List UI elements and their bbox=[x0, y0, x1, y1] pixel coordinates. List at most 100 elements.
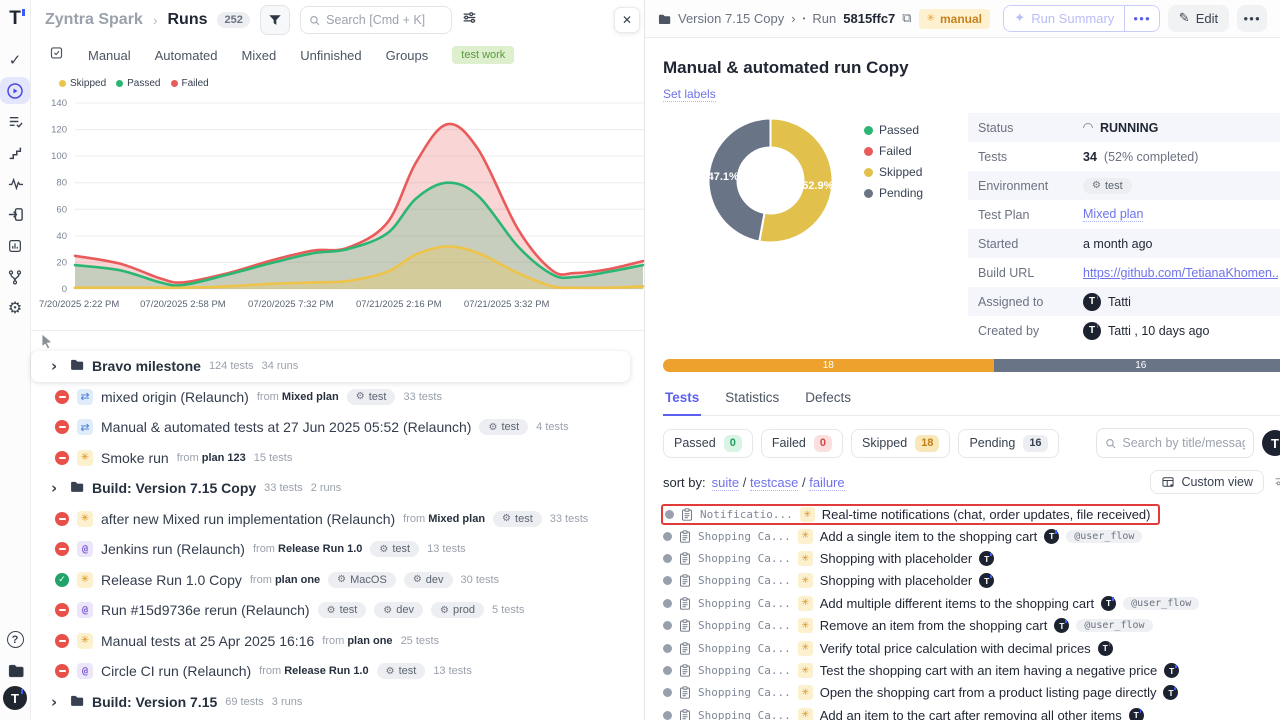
breadcrumb-build[interactable]: Version 7.15 Copy bbox=[678, 11, 784, 26]
testcase-icon bbox=[679, 552, 691, 565]
import-nav-icon[interactable] bbox=[0, 201, 30, 228]
branches-nav-icon[interactable] bbox=[0, 263, 30, 290]
tab-tests[interactable]: Tests bbox=[663, 384, 701, 416]
plan-name[interactable]: plan 123 bbox=[202, 452, 246, 464]
select-runs-icon[interactable] bbox=[49, 45, 64, 65]
collapse-panel-button[interactable]: ✕ bbox=[614, 7, 640, 33]
runs-search[interactable] bbox=[300, 6, 452, 34]
custom-view-button[interactable]: Custom view bbox=[1150, 470, 1264, 494]
filter-passed[interactable]: Passed0 bbox=[663, 429, 753, 458]
tests-search-input[interactable] bbox=[1122, 436, 1245, 450]
plan-name[interactable]: plan one bbox=[347, 635, 392, 647]
plan-name[interactable]: plan one bbox=[275, 574, 320, 586]
list-settings-icon[interactable] bbox=[1274, 474, 1280, 491]
checks-nav-icon[interactable]: ✓ bbox=[0, 46, 30, 73]
runs-nav-icon[interactable] bbox=[0, 77, 30, 104]
run-group-row[interactable]: ›Build: Version 7.1569 tests3 runs bbox=[31, 687, 644, 718]
test-row[interactable]: Shopping Ca...✳Shopping with placeholder… bbox=[663, 547, 1280, 569]
plan-name[interactable]: Release Run 1.0 bbox=[278, 543, 362, 555]
run-summary-more-button[interactable]: ●●● bbox=[1124, 6, 1159, 31]
run-row[interactable]: ✳Smoke runfrom plan 12315 tests bbox=[31, 443, 644, 474]
search-icon bbox=[309, 14, 320, 27]
activity-nav-icon[interactable] bbox=[0, 170, 30, 197]
plan-name[interactable]: Mixed plan bbox=[282, 391, 339, 403]
chevron-right-icon[interactable]: › bbox=[51, 693, 61, 711]
plan-name[interactable]: Release Run 1.0 bbox=[284, 665, 368, 677]
plan-name[interactable]: Mixed plan bbox=[428, 513, 485, 525]
filter-failed[interactable]: Failed0 bbox=[761, 429, 843, 458]
sort-by-testcase[interactable]: testcase bbox=[750, 475, 798, 491]
runs-tab-mixed[interactable]: Mixed bbox=[242, 48, 277, 63]
runs-tab-manual[interactable]: Manual bbox=[88, 48, 131, 63]
test-row[interactable]: Shopping Ca...✳Verify total price calcul… bbox=[663, 637, 1280, 659]
run-row[interactable]: ⇄mixed origin (Relaunch)from Mixed plan⚙… bbox=[31, 382, 644, 413]
test-row[interactable]: Shopping Ca...✳Test the shopping cart wi… bbox=[663, 659, 1280, 681]
tab-statistics[interactable]: Statistics bbox=[723, 384, 781, 415]
runs-tab-groups[interactable]: Groups bbox=[386, 48, 429, 63]
settings-nav-icon[interactable]: ⚙ bbox=[0, 294, 30, 321]
set-labels-link[interactable]: Set labels bbox=[663, 87, 716, 102]
legend-failed[interactable]: Failed bbox=[171, 78, 209, 89]
gear-icon: ⚙ bbox=[383, 605, 392, 616]
test-row[interactable]: Shopping Ca...✳Open the shopping cart fr… bbox=[663, 682, 1280, 704]
copy-icon[interactable]: ⧉ bbox=[902, 11, 911, 26]
app-logo-icon[interactable]: T bbox=[9, 8, 21, 30]
reports-nav-icon[interactable] bbox=[0, 232, 30, 259]
close-detail-button[interactable]: ✕ bbox=[1275, 7, 1280, 30]
running-spinner-icon bbox=[1081, 120, 1095, 134]
tab-defects[interactable]: Defects bbox=[803, 384, 853, 415]
milestones-nav-icon[interactable] bbox=[0, 139, 30, 166]
legend-skipped[interactable]: Skipped bbox=[59, 78, 106, 89]
run-row[interactable]: ⇄Manual & automated tests at 27 Jun 2025… bbox=[31, 412, 644, 443]
runs-trend-chart: 0204060801001201407/20/2025 2:22 PM07/20… bbox=[31, 89, 644, 320]
tests-search[interactable] bbox=[1096, 428, 1254, 458]
legend-passed[interactable]: Passed bbox=[116, 78, 160, 89]
runs-search-input[interactable] bbox=[326, 13, 443, 27]
test-row[interactable]: Shopping Ca...✳Remove an item from the s… bbox=[663, 615, 1280, 637]
test-plans-nav-icon[interactable] bbox=[0, 108, 30, 135]
breadcrumb-project[interactable]: Zyntra Spark bbox=[45, 11, 143, 29]
help-icon[interactable]: ? bbox=[0, 626, 30, 653]
manual-test-icon: ✳ bbox=[798, 573, 813, 588]
run-group-row[interactable]: ›Build: Version 7.15 Copy33 tests2 runs bbox=[31, 473, 644, 504]
test-row[interactable]: Shopping Ca...✳Add multiple different it… bbox=[663, 592, 1280, 614]
projects-folder-icon[interactable] bbox=[0, 657, 30, 684]
tag-filter-badge[interactable]: test work bbox=[452, 46, 514, 64]
assignee-filter-avatar[interactable]: T bbox=[1262, 430, 1280, 456]
test-row[interactable]: Shopping Ca...✳Add a single item to the … bbox=[663, 525, 1280, 547]
test-row[interactable]: Notificatio...✳Real-time notifications (… bbox=[661, 504, 1160, 525]
test-plan-link[interactable]: Mixed plan bbox=[1083, 207, 1143, 222]
pending-status-dot bbox=[663, 576, 672, 585]
search-settings-icon[interactable] bbox=[462, 10, 477, 30]
run-row[interactable]: ✳Manual tests at 25 Apr 2025 16:16from p… bbox=[31, 626, 644, 657]
run-row[interactable]: ✳after new Mixed run implementation (Rel… bbox=[31, 504, 644, 535]
status-failed-icon bbox=[55, 542, 69, 556]
runs-tab-unfinished[interactable]: Unfinished bbox=[300, 48, 361, 63]
build-url-link[interactable]: https://github.com/TetianaKhomen... bbox=[1083, 266, 1278, 280]
from-label: from Release Run 1.0 bbox=[253, 543, 362, 555]
sort-by-suite[interactable]: suite bbox=[712, 475, 739, 491]
runs-tab-automated[interactable]: Automated bbox=[155, 48, 218, 63]
run-summary-button[interactable]: ✦Run Summary bbox=[1004, 6, 1124, 31]
filter-pending[interactable]: Pending16 bbox=[958, 429, 1058, 458]
user-avatar[interactable]: T bbox=[3, 686, 27, 710]
suite-name: Shopping Ca... bbox=[698, 552, 791, 565]
filter-funnel-button[interactable] bbox=[260, 5, 290, 35]
run-row[interactable]: @Circle CI run (Relaunch)from Release Ru… bbox=[31, 656, 644, 687]
run-row[interactable]: ✓✳Release Run 1.0 Copyfrom plan one⚙MacO… bbox=[31, 565, 644, 596]
chart-legend: Skipped Passed Failed bbox=[31, 70, 644, 89]
manual-test-icon: ✳ bbox=[798, 618, 813, 633]
sort-by-failure[interactable]: failure bbox=[809, 475, 844, 491]
edit-button[interactable]: ✎Edit bbox=[1168, 5, 1229, 32]
run-row[interactable]: @Jenkins run (Relaunch)from Release Run … bbox=[31, 534, 644, 565]
testcase-icon bbox=[679, 709, 691, 720]
filter-skipped[interactable]: Skipped18 bbox=[851, 429, 950, 458]
run-group-row[interactable]: ›Bravo milestone124 tests34 runs bbox=[31, 351, 630, 382]
chevron-right-icon[interactable]: › bbox=[51, 357, 61, 375]
test-row[interactable]: Shopping Ca...✳Shopping with placeholder… bbox=[663, 570, 1280, 592]
chevron-right-icon[interactable]: › bbox=[51, 479, 61, 497]
test-row[interactable]: Shopping Ca...✳Add an item to the cart a… bbox=[663, 704, 1280, 720]
gear-icon: ⚙ bbox=[488, 422, 497, 433]
more-actions-button[interactable]: ●●● bbox=[1237, 5, 1267, 32]
run-row[interactable]: @Run #15d9736e rerun (Relaunch)⚙test⚙dev… bbox=[31, 595, 644, 626]
